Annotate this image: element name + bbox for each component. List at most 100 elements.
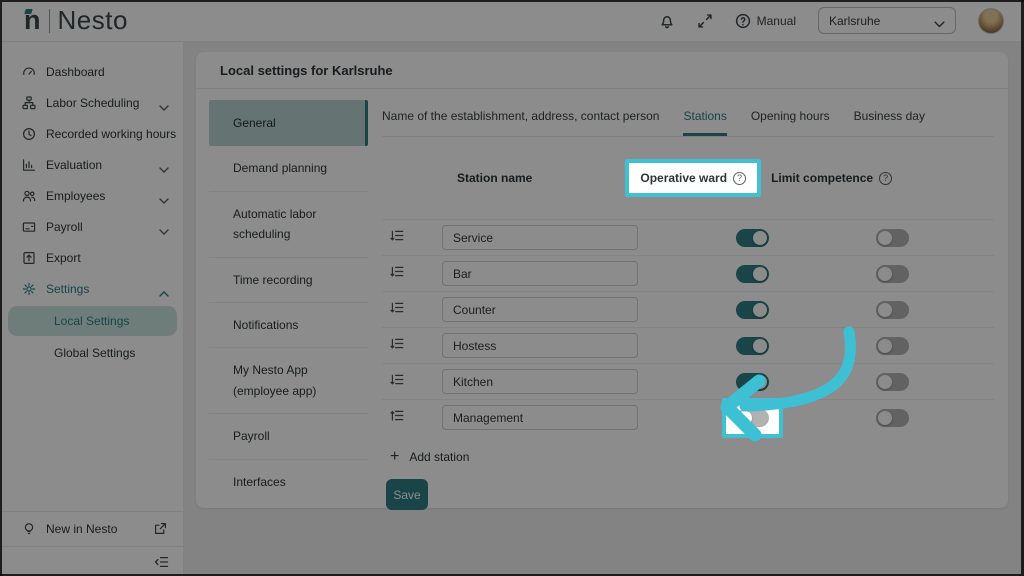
help-circle-icon[interactable]: ?: [733, 172, 746, 185]
manual-label: Manual: [757, 14, 796, 28]
org-chart-icon: [22, 96, 36, 110]
manual-link[interactable]: Manual: [735, 13, 796, 29]
settings-tabs: Name of the establishment, address, cont…: [382, 89, 994, 137]
station-name-input[interactable]: [442, 261, 638, 286]
tutorial-highlight-operative-ward: Operative ward ?: [625, 159, 761, 197]
subnav-item-general[interactable]: General: [209, 100, 368, 146]
card-icon: [22, 220, 36, 234]
limit-competence-toggle[interactable]: [876, 337, 909, 355]
plus-icon: +: [390, 449, 399, 465]
local-settings-card: Local settings for Karlsruhe General Dem…: [196, 52, 1008, 508]
sidebar-item-settings[interactable]: Settings: [0, 273, 183, 304]
tutorial-highlight-management-toggle: [722, 398, 783, 438]
reorder-handle-icon[interactable]: [390, 266, 404, 278]
station-row-management: [382, 399, 994, 435]
station-row-kitchen: [382, 363, 994, 399]
settings-subnav: General Demand planning Automatic labor …: [196, 89, 368, 510]
chevron-down-icon: [934, 17, 945, 24]
page-title: Local settings for Karlsruhe: [196, 52, 1008, 89]
reorder-handle-icon[interactable]: [390, 338, 404, 350]
subnav-item-interfaces[interactable]: Interfaces: [209, 460, 368, 504]
station-name-input[interactable]: [442, 333, 638, 358]
station-name-input[interactable]: [442, 225, 638, 250]
operative-ward-toggle[interactable]: [736, 301, 769, 319]
lightbulb-icon: [22, 522, 36, 536]
main-area: Local settings for Karlsruhe General Dem…: [184, 42, 1024, 576]
notifications-bell-icon[interactable]: [659, 13, 675, 29]
tab-establishment[interactable]: Name of the establishment, address, cont…: [382, 109, 659, 136]
chevron-down-icon: [159, 100, 169, 106]
subnav-item-automatic-labor-scheduling[interactable]: Automatic labor scheduling: [209, 192, 368, 258]
operative-ward-toggle[interactable]: [736, 229, 769, 247]
bar-chart-icon: [22, 158, 36, 172]
subnav-item-time-recording[interactable]: Time recording: [209, 258, 368, 303]
external-link-icon: [153, 522, 167, 536]
reorder-handle-icon[interactable]: [390, 230, 404, 242]
sidebar-item-global-settings[interactable]: Global Settings: [8, 338, 177, 368]
chevron-down-icon: [159, 162, 169, 168]
limit-competence-toggle[interactable]: [876, 229, 909, 247]
chevron-down-icon: [159, 193, 169, 199]
nesto-logo: n Nesto: [24, 5, 128, 36]
column-header-station-name: Station name: [457, 171, 532, 185]
reorder-handle-icon[interactable]: [390, 410, 404, 422]
fullscreen-icon[interactable]: [697, 13, 713, 29]
subnav-item-payroll[interactable]: Payroll: [209, 414, 368, 459]
sidebar-item-payroll[interactable]: Payroll: [0, 211, 183, 242]
gear-icon: [22, 282, 36, 296]
reorder-handle-icon[interactable]: [390, 374, 404, 386]
tab-opening-hours[interactable]: Opening hours: [751, 109, 830, 136]
station-row-counter: [382, 291, 994, 327]
sidebar-item-evaluation[interactable]: Evaluation: [0, 149, 183, 180]
station-row-bar: [382, 255, 994, 291]
station-row-hostess: [382, 327, 994, 363]
operative-ward-toggle[interactable]: [736, 265, 769, 283]
clock-icon: [22, 127, 36, 141]
limit-competence-toggle[interactable]: [876, 301, 909, 319]
sidebar-item-local-settings[interactable]: Local Settings: [8, 306, 177, 336]
gauge-icon: [22, 65, 36, 79]
add-station-button[interactable]: + Add station: [390, 449, 994, 465]
station-name-input[interactable]: [442, 369, 638, 394]
logo-divider: [49, 9, 50, 33]
sidebar-item-labor-scheduling[interactable]: Labor Scheduling: [0, 87, 183, 118]
limit-competence-toggle[interactable]: [876, 409, 909, 427]
sidebar-item-recorded-working-hours[interactable]: Recorded working hours: [0, 118, 183, 149]
people-icon: [22, 189, 36, 203]
tab-stations[interactable]: Stations: [683, 109, 726, 136]
top-bar: n Nesto Manual Karlsruhe: [0, 0, 1024, 42]
station-name-input[interactable]: [442, 297, 638, 322]
subnav-item-my-nesto-app[interactable]: My Nesto App (employee app): [209, 348, 368, 414]
export-icon: [22, 251, 36, 265]
tab-business-day[interactable]: Business day: [854, 109, 925, 136]
sidebar-item-employees[interactable]: Employees: [0, 180, 183, 211]
operative-ward-toggle[interactable]: [736, 409, 769, 427]
location-selector[interactable]: Karlsruhe: [818, 7, 956, 34]
location-selected-value: Karlsruhe: [829, 14, 880, 28]
user-avatar[interactable]: [978, 8, 1004, 34]
limit-competence-toggle[interactable]: [876, 265, 909, 283]
stations-table-header: Station name Operative ward ? Limit comp…: [382, 137, 994, 219]
logo-mark-icon: n: [24, 7, 41, 34]
new-in-nesto-link[interactable]: New in Nesto: [0, 512, 183, 546]
collapse-sidebar-icon: [154, 555, 169, 569]
subnav-item-notifications[interactable]: Notifications: [209, 303, 368, 348]
help-circle-icon: [735, 13, 751, 29]
subnav-item-demand-planning[interactable]: Demand planning: [209, 146, 368, 191]
reorder-handle-icon[interactable]: [390, 302, 404, 314]
logo-text: Nesto: [58, 5, 128, 36]
column-header-operative-ward: Operative ward: [640, 171, 727, 185]
operative-ward-toggle[interactable]: [736, 373, 769, 391]
station-row-service: [382, 219, 994, 255]
limit-competence-toggle[interactable]: [876, 373, 909, 391]
help-circle-icon[interactable]: ?: [879, 172, 892, 185]
sidebar: Dashboard Labor Scheduling Recorded work…: [0, 42, 184, 576]
column-header-limit-competence: Limit competence: [771, 171, 873, 185]
operative-ward-toggle[interactable]: [736, 337, 769, 355]
station-name-input[interactable]: [442, 405, 638, 430]
chevron-down-icon: [159, 224, 169, 230]
sidebar-item-export[interactable]: Export: [0, 242, 183, 273]
save-button[interactable]: Save: [386, 479, 428, 510]
sidebar-collapse-button[interactable]: [0, 546, 183, 576]
sidebar-item-dashboard[interactable]: Dashboard: [0, 56, 183, 87]
